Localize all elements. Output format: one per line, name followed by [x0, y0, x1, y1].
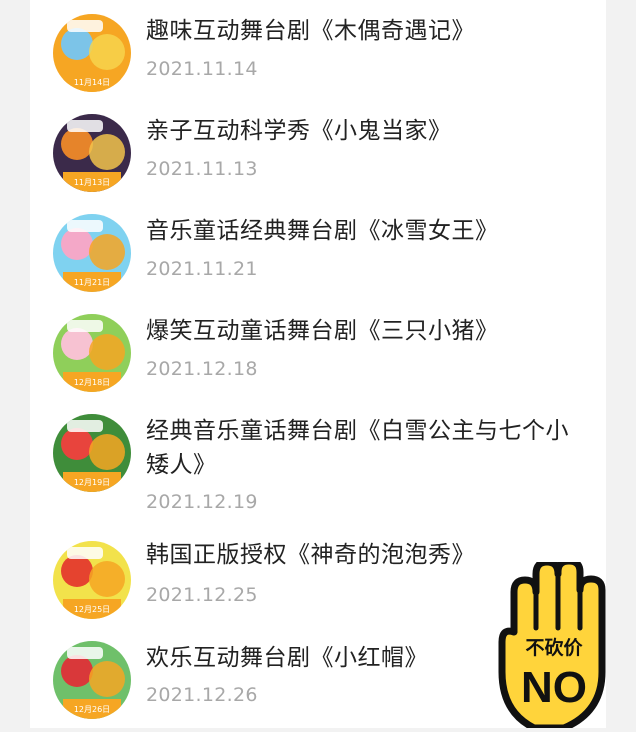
event-thumbnail[interactable]: 12月25日 [53, 541, 131, 619]
event-thumbnail[interactable]: 12月18日 [53, 314, 131, 392]
three-pigs-poster-icon: 12月18日 [53, 314, 131, 392]
event-thumbnail[interactable]: 11月13日 [53, 114, 131, 192]
event-date: 2021.11.21 [146, 258, 258, 280]
event-list-item[interactable]: 11月13日 亲子互动科学秀《小鬼当家》 2021.11.13 [30, 100, 606, 200]
event-date: 2021.12.18 [146, 358, 258, 380]
event-thumbnail[interactable]: 12月19日 [53, 414, 131, 492]
event-thumbnail[interactable]: 11月14日 [53, 14, 131, 92]
badge-line2: NO [521, 663, 587, 712]
event-thumbnail[interactable]: 11月21日 [53, 214, 131, 292]
snow-white-poster-icon: 12月19日 [53, 414, 131, 492]
event-date: 2021.12.19 [146, 491, 258, 513]
red-hood-poster-icon: 12月26日 [53, 641, 131, 719]
event-title[interactable]: 音乐童话经典舞台剧《冰雪女王》 [146, 214, 586, 248]
event-list-item[interactable]: 12月19日 经典音乐童话舞台剧《白雪公主与七个小矮人》 2021.12.19 [30, 400, 606, 513]
event-list-item[interactable]: 11月14日 趣味互动舞台剧《木偶奇遇记》 2021.11.14 [30, 0, 606, 100]
bubble-show-poster-icon: 12月25日 [53, 541, 131, 619]
event-title[interactable]: 经典音乐童话舞台剧《白雪公主与七个小矮人》 [146, 414, 586, 482]
event-thumbnail[interactable]: 12月26日 [53, 641, 131, 719]
thumbnail-date-label: 12月26日 [74, 705, 110, 714]
thumbnail-date-label: 12月25日 [74, 605, 110, 614]
thumbnail-date-label: 11月14日 [74, 78, 110, 87]
badge-line1: 不砍价 [525, 637, 583, 659]
thumbnail-date-label: 12月19日 [74, 478, 110, 487]
event-title[interactable]: 爆笑互动童话舞台剧《三只小猪》 [146, 314, 586, 348]
event-date: 2021.12.26 [146, 684, 258, 706]
event-list-item[interactable]: 11月21日 音乐童话经典舞台剧《冰雪女王》 2021.11.21 [30, 200, 606, 300]
thumbnail-date-label: 11月13日 [74, 178, 110, 187]
ghost-poster-icon: 11月13日 [53, 114, 131, 192]
thumbnail-date-label: 11月21日 [74, 278, 110, 287]
event-title[interactable]: 亲子互动科学秀《小鬼当家》 [146, 114, 586, 148]
event-date: 2021.11.13 [146, 158, 258, 180]
thumbnail-date-label: 12月18日 [74, 378, 110, 387]
snow-queen-poster-icon: 11月21日 [53, 214, 131, 292]
event-title[interactable]: 趣味互动舞台剧《木偶奇遇记》 [146, 14, 586, 48]
event-date: 2021.11.14 [146, 58, 258, 80]
puppet-poster-icon: 11月14日 [53, 14, 131, 92]
event-date: 2021.12.25 [146, 584, 258, 606]
stop-hand-icon: 不砍价 NO [498, 557, 606, 732]
event-list-item[interactable]: 12月18日 爆笑互动童话舞台剧《三只小猪》 2021.12.18 [30, 300, 606, 400]
no-bargain-badge: 不砍价 NO [494, 557, 616, 732]
